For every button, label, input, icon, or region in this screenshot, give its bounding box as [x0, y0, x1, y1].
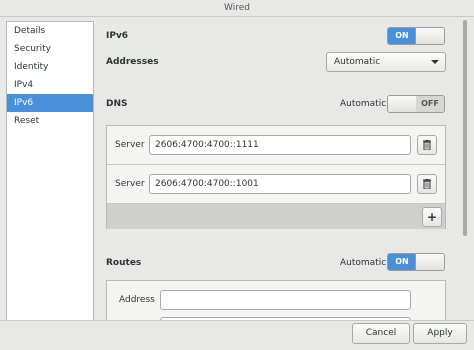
window-title: Wired	[224, 3, 250, 13]
settings-sidebar: Details Security Identity IPv4 IPv6 Rese…	[6, 21, 94, 323]
ipv6-heading: IPv6	[106, 31, 129, 41]
chevron-down-icon	[431, 60, 439, 64]
plus-icon: +	[426, 210, 438, 224]
routes-switch-state: ON	[388, 254, 416, 270]
routes-list: Address	[106, 280, 446, 320]
dns-switch-state: OFF	[416, 96, 444, 112]
route-address-label: Address	[119, 295, 155, 305]
sidebar-item-ipv6[interactable]: IPv6	[7, 94, 93, 112]
window-titlebar: Wired	[0, 0, 474, 17]
ipv6-switch[interactable]: ON	[387, 27, 445, 45]
apply-button[interactable]: Apply	[413, 323, 467, 344]
sidebar-item-ipv4[interactable]: IPv4	[7, 76, 93, 94]
scrollbar-thumb[interactable]	[463, 20, 467, 236]
cancel-button[interactable]: Cancel	[352, 323, 410, 344]
sidebar-item-reset[interactable]: Reset	[7, 112, 93, 130]
dns-server-2-input[interactable]	[149, 174, 411, 194]
dns-server-label: Server	[115, 140, 145, 150]
dns-heading: DNS	[106, 99, 128, 109]
dns-server-label: Server	[115, 179, 145, 189]
addresses-method-select[interactable]: Automatic	[326, 52, 446, 72]
trash-icon	[423, 140, 431, 150]
dialog-action-bar: Cancel Apply	[0, 320, 474, 350]
delete-dns-server-2-button[interactable]	[417, 174, 437, 194]
dns-server-1-input[interactable]	[149, 135, 411, 155]
route-address-input[interactable]	[160, 290, 411, 310]
routes-automatic-switch[interactable]: ON	[387, 253, 445, 271]
switch-knob	[388, 96, 417, 112]
add-dns-server-button[interactable]: +	[422, 207, 442, 227]
routes-heading: Routes	[106, 258, 142, 268]
row-separator	[107, 164, 445, 165]
panel-scrollbar[interactable]	[461, 17, 469, 320]
addresses-label: Addresses	[106, 57, 159, 67]
dns-server-list: Server Server +	[106, 125, 446, 229]
dns-automatic-switch[interactable]: OFF	[387, 95, 445, 113]
ipv6-settings-panel: IPv6 ON Addresses Automatic DNS Automati…	[97, 17, 461, 320]
addresses-method-value: Automatic	[334, 57, 381, 67]
switch-knob	[415, 28, 444, 44]
sidebar-item-security[interactable]: Security	[7, 40, 93, 58]
dns-automatic-label: Automatic	[340, 99, 387, 109]
sidebar-item-details[interactable]: Details	[7, 22, 93, 40]
switch-knob	[415, 254, 444, 270]
routes-automatic-label: Automatic	[340, 258, 387, 268]
delete-dns-server-1-button[interactable]	[417, 135, 437, 155]
trash-icon	[423, 179, 431, 189]
sidebar-item-identity[interactable]: Identity	[7, 58, 93, 76]
ipv6-switch-state: ON	[388, 28, 416, 44]
dns-list-footer: +	[107, 204, 445, 229]
